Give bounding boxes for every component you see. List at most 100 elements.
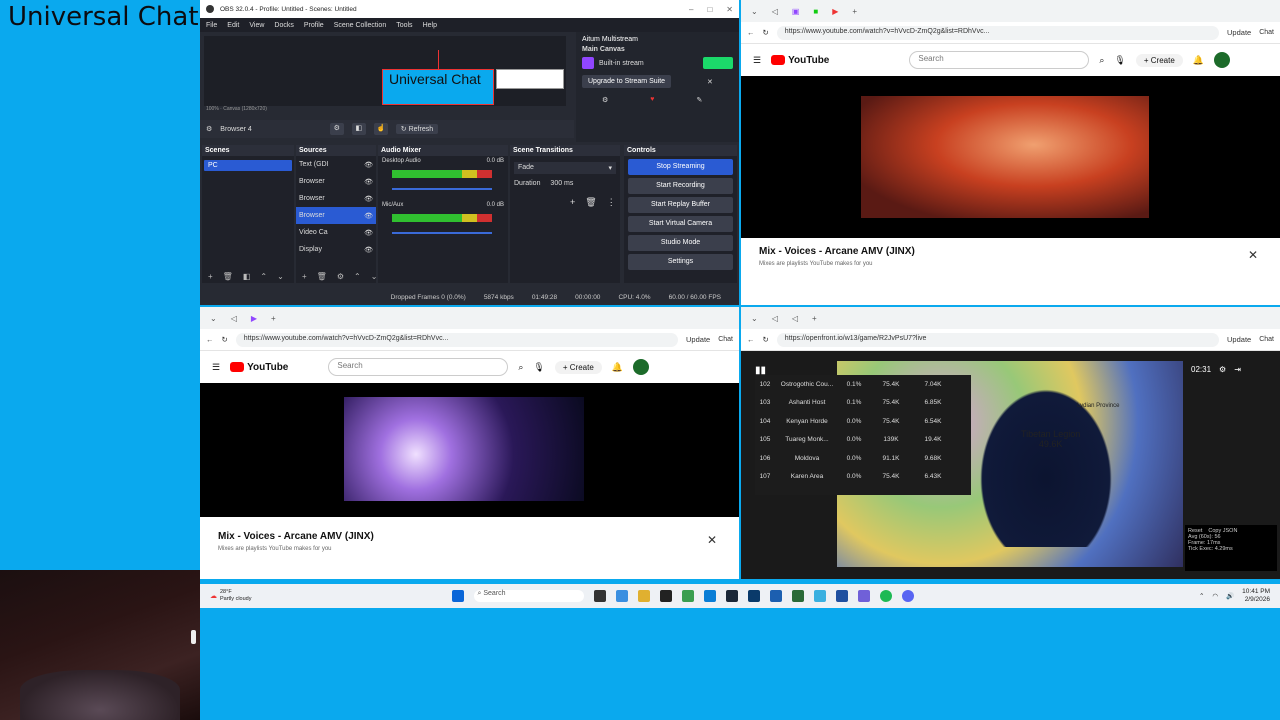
source-item[interactable]: Browser 👁 (296, 173, 376, 190)
update-button[interactable]: Update (1227, 335, 1251, 344)
clock-time[interactable]: 10:41 PM (1242, 588, 1270, 596)
clock-date[interactable]: 2/9/2026 (1242, 596, 1270, 604)
menu-tools[interactable]: Tools (396, 22, 412, 29)
leaderboard-row[interactable]: 106 Moldova 0.0% 91.1K 9.68K (755, 449, 971, 468)
close-button[interactable]: ✕ (726, 5, 733, 14)
settings-icon[interactable]: ⚙ (602, 96, 608, 104)
copilot-icon[interactable] (615, 590, 628, 602)
chat-button[interactable]: Chat (1259, 336, 1274, 343)
add-icon[interactable]: + (208, 272, 213, 281)
mic-icon[interactable]: 🎙 (1114, 55, 1125, 66)
gear-icon[interactable]: ⚙ (337, 272, 344, 281)
taskbar-search[interactable]: ⌕ Search (473, 590, 584, 602)
reload-icon[interactable]: ↻ (763, 28, 769, 37)
app-icon[interactable] (835, 590, 848, 602)
down-icon[interactable]: ⌄ (371, 272, 378, 281)
bell-icon[interactable]: 🔔 (1193, 55, 1204, 66)
tab-switcher-icon[interactable]: ⌄ (751, 7, 758, 16)
reload-icon[interactable]: ↻ (222, 335, 228, 344)
avatar[interactable] (1214, 52, 1230, 68)
menu-icon[interactable]: ☰ (753, 55, 761, 66)
obs-taskbar-icon[interactable] (659, 590, 672, 602)
app-icon[interactable] (747, 590, 760, 602)
leaderboard-row[interactable]: 105 Tuareg Monk... 0.0% 139K 19.4K (755, 431, 971, 450)
new-tab-button[interactable]: + (812, 314, 817, 323)
search-icon[interactable]: ⌕ (518, 362, 523, 373)
heart-icon[interactable]: ♥ (650, 96, 654, 104)
preview-source[interactable]: Universal Chat (382, 69, 494, 105)
source-item[interactable]: Video Ca 👁 (296, 224, 376, 241)
stream-toggle[interactable] (703, 57, 733, 69)
youtube-logo[interactable]: YouTube (771, 55, 829, 66)
bell-icon[interactable]: 🔔 (612, 362, 623, 373)
studio-mode-button[interactable]: Studio Mode (628, 235, 733, 251)
menu-scene-collection[interactable]: Scene Collection (334, 22, 387, 29)
close-icon[interactable]: ✕ (707, 78, 713, 86)
tab-item[interactable]: ▶ (251, 314, 257, 323)
leaderboard-row[interactable]: 102 Ostrogothic Cou... 0.1% 75.4K 7.04K (755, 375, 971, 394)
source-item[interactable]: Display 👁 (296, 241, 376, 258)
maximize-button[interactable]: □ (707, 5, 712, 14)
chat-button[interactable]: Chat (1259, 29, 1274, 36)
tray-chevron-icon[interactable]: ⌃ (1199, 592, 1204, 600)
more-icon[interactable]: ⋮ (607, 197, 616, 208)
leaderboard-row[interactable]: 104 Kenyan Horde 0.0% 75.4K 6.54K (755, 412, 971, 431)
eye-icon[interactable]: 👁 (364, 161, 373, 169)
wifi-icon[interactable]: ◠ (1212, 592, 1218, 600)
taskview-icon[interactable] (593, 590, 606, 602)
start-icon[interactable] (451, 590, 464, 602)
settings-icon[interactable]: ⚙ (1219, 365, 1226, 374)
trash-icon[interactable]: 🗑 (223, 272, 233, 281)
search-icon[interactable]: ⌕ (1099, 55, 1104, 66)
tab-item[interactable]: ▶ (832, 7, 838, 16)
filter-icon[interactable]: ◧ (243, 272, 251, 281)
new-tab-button[interactable]: + (852, 7, 857, 16)
volume-slider[interactable] (392, 232, 492, 234)
menu-file[interactable]: File (206, 22, 217, 29)
eye-icon[interactable]: 👁 (364, 212, 373, 220)
trash-icon[interactable]: 🗑 (585, 197, 596, 208)
interact-button[interactable]: ☝ (373, 123, 388, 135)
app-icon[interactable] (791, 590, 804, 602)
update-button[interactable]: Update (686, 335, 710, 344)
minimize-button[interactable]: – (689, 5, 693, 14)
youtube-logo[interactable]: YouTube (230, 362, 288, 373)
tab-item[interactable]: ◁ (792, 314, 798, 323)
avatar[interactable] (633, 359, 649, 375)
menu-profile[interactable]: Profile (304, 22, 324, 29)
add-icon[interactable]: + (302, 272, 307, 281)
leaderboard-row[interactable]: 103 Ashanti Host 0.1% 75.4K 6.85K (755, 394, 971, 413)
eye-icon[interactable]: 👁 (364, 178, 373, 186)
tab-item[interactable]: ◁ (772, 7, 778, 16)
duration-input[interactable]: 300 ms (550, 180, 573, 187)
source-item[interactable]: Text (GDI 👁 (296, 156, 376, 173)
close-icon[interactable]: ✕ (707, 533, 717, 547)
update-button[interactable]: Update (1227, 28, 1251, 37)
create-button[interactable]: + Create (554, 360, 602, 374)
canvas-label[interactable]: Canvas (1280x720) (223, 106, 267, 112)
tab-item[interactable]: ◁ (772, 314, 778, 323)
app-icon[interactable] (681, 590, 694, 602)
source-item[interactable]: Browser 👁 (296, 207, 376, 224)
app-icon[interactable] (857, 590, 870, 602)
back-icon[interactable]: ← (747, 28, 755, 37)
edge-icon[interactable] (703, 590, 716, 602)
volume-slider[interactable] (392, 188, 492, 190)
transition-select[interactable]: Fade ▾ (514, 162, 616, 174)
search-input[interactable]: Search (909, 51, 1090, 69)
chat-button[interactable]: Chat (718, 336, 733, 343)
tab-item[interactable]: ■ (813, 7, 818, 16)
back-icon[interactable]: ← (747, 335, 755, 344)
rotation-handle[interactable] (438, 50, 439, 70)
scene-item[interactable]: PC (204, 160, 292, 171)
exit-icon[interactable]: ⇥ (1234, 365, 1241, 374)
source-item[interactable]: Browser 👁 (296, 190, 376, 207)
url-input[interactable]: https://openfront.io/w13/game/R2JvPsU7?l… (776, 332, 1220, 347)
search-input[interactable]: Search (328, 358, 509, 376)
tab-switcher-icon[interactable]: ⌄ (751, 314, 758, 323)
create-button[interactable]: + Create (1135, 53, 1183, 67)
menu-edit[interactable]: Edit (227, 22, 239, 29)
explorer-icon[interactable] (637, 590, 650, 602)
refresh-button[interactable]: ↻ Refresh (395, 124, 439, 134)
start-replay-buffer-button[interactable]: Start Replay Buffer (628, 197, 733, 213)
